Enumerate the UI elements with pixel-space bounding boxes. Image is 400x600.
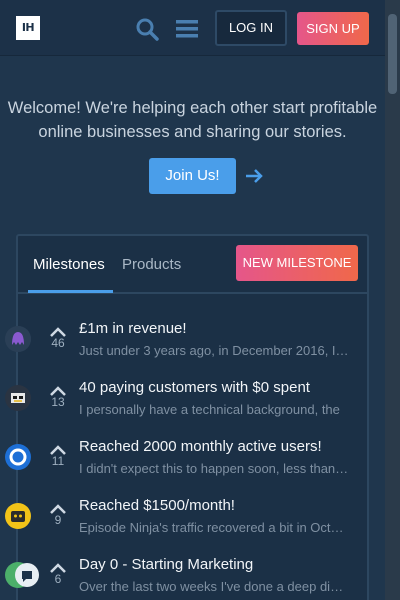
milestone-description: Episode Ninja's traffic recovered a bit … xyxy=(79,520,349,535)
tab-products[interactable]: Products xyxy=(122,256,181,273)
ring-avatar-icon xyxy=(5,444,31,470)
chat-avatar-icon xyxy=(5,562,39,588)
site-logo[interactable]: IH xyxy=(16,16,40,40)
milestone-item[interactable]: 11 Reached 2000 monthly active users! I … xyxy=(0,438,385,497)
panel-tabs: Milestones Products NEW MILESTONE xyxy=(18,236,367,294)
welcome-line-2: online businesses and sharing our storie… xyxy=(38,123,347,141)
milestone-description: Just under 3 years ago, in December 2016… xyxy=(79,343,349,358)
vote-count: 46 xyxy=(51,336,65,350)
milestone-item[interactable]: 6 Day 0 - Starting Marketing Over the la… xyxy=(0,556,385,600)
robot-avatar-icon xyxy=(5,385,31,411)
milestone-item[interactable]: 9 Reached $1500/month! Episode Ninja's t… xyxy=(0,497,385,556)
milestone-title[interactable]: £1m in revenue! xyxy=(79,320,187,337)
milestone-description: Over the last two weeks I've done a deep… xyxy=(79,579,349,594)
milestone-description: I personally have a technical background… xyxy=(79,402,340,417)
milestone-item[interactable]: 13 40 paying customers with $0 spent I p… xyxy=(0,379,385,438)
login-button[interactable]: LOG IN xyxy=(215,10,287,46)
join-button[interactable]: Join Us! xyxy=(149,158,236,194)
search-icon[interactable] xyxy=(134,16,160,42)
milestone-title[interactable]: Reached $1500/month! xyxy=(79,497,235,514)
welcome-message: Welcome! We're helping each other start … xyxy=(0,96,385,144)
new-milestone-button[interactable]: NEW MILESTONE xyxy=(236,245,358,281)
milestone-title[interactable]: Day 0 - Starting Marketing xyxy=(79,556,253,573)
page-scrollbar[interactable] xyxy=(385,0,400,600)
upvote-icon[interactable] xyxy=(50,499,66,514)
octopus-avatar-icon xyxy=(5,326,31,352)
arrow-right-icon[interactable] xyxy=(244,166,264,186)
upvote-icon[interactable] xyxy=(50,558,66,573)
vote-count: 13 xyxy=(51,395,65,409)
tv-avatar-icon xyxy=(5,503,31,529)
signup-button[interactable]: SIGN UP xyxy=(297,12,369,45)
vote-count: 6 xyxy=(54,572,62,586)
vote-count: 9 xyxy=(54,513,62,527)
milestone-description: I didn't expect this to happen soon, les… xyxy=(79,461,349,476)
upvote-icon[interactable] xyxy=(50,440,66,455)
milestone-item[interactable]: 46 £1m in revenue! Just under 3 years ag… xyxy=(0,320,385,379)
top-navbar: IH LOG IN SIGN UP xyxy=(0,0,385,56)
tab-milestones[interactable]: Milestones xyxy=(33,256,105,273)
vote-count: 11 xyxy=(51,454,65,468)
welcome-line-1: Welcome! We're helping each other start … xyxy=(7,99,378,117)
scrollbar-thumb[interactable] xyxy=(388,14,397,94)
upvote-icon[interactable] xyxy=(50,322,66,337)
hamburger-menu-icon[interactable] xyxy=(174,16,200,42)
active-tab-indicator xyxy=(28,290,113,293)
milestone-title[interactable]: Reached 2000 monthly active users! xyxy=(79,438,322,455)
milestone-title[interactable]: 40 paying customers with $0 spent xyxy=(79,379,310,396)
upvote-icon[interactable] xyxy=(50,381,66,396)
